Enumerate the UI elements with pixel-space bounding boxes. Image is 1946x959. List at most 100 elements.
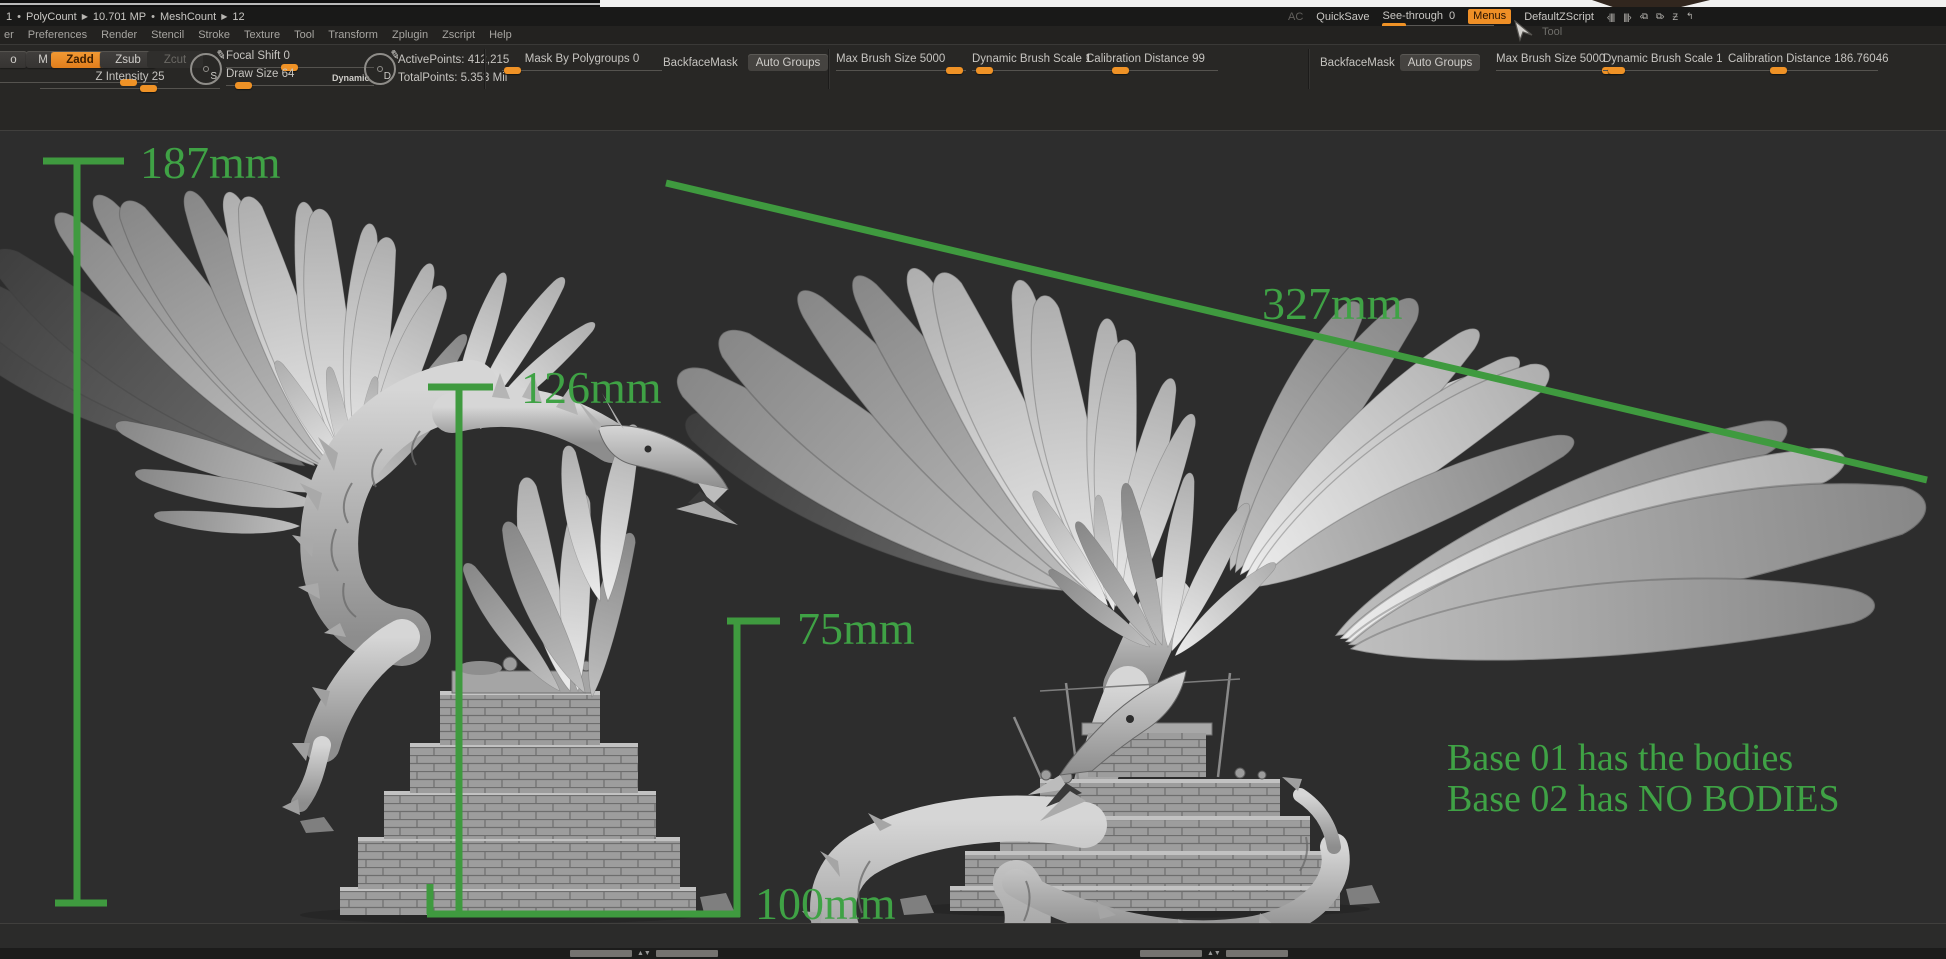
partial-left-button[interactable]: o [0, 51, 27, 68]
height-75-bracket [727, 619, 780, 917]
left-base-pyramid [340, 656, 696, 915]
draw-size-label: Draw Size [226, 68, 278, 80]
see-through-label: See-through [1382, 10, 1443, 22]
cursor-arrow-icon [1512, 20, 1534, 42]
slider-handle[interactable] [946, 67, 963, 74]
menu-item-tool[interactable]: Tool [294, 29, 314, 41]
label-187mm: 187mm [140, 137, 281, 188]
dynamic-brush-scale-slider[interactable]: Dynamic Brush Scale 1 [972, 53, 1100, 71]
meshcount-label: MeshCount [160, 11, 216, 23]
scroll-arrows-icon[interactable]: ▲▼ [1207, 950, 1221, 957]
z-intensity-label: Z Intensity [95, 71, 148, 83]
max-brush-size-slider[interactable]: Max Brush Size 5000 [836, 53, 966, 71]
label-327mm: 327mm [1262, 278, 1403, 329]
focal-shift-value: 0 [284, 50, 290, 62]
scroll-bar[interactable] [1226, 950, 1288, 957]
titlebar-icon-group: ‹|||| ||||› ‹⧉ ⧉› Ƶ ↰ [1607, 11, 1693, 22]
menu-item-partial[interactable]: er [4, 29, 14, 41]
note-base-02: Base 02 has NO BODIES [1447, 778, 1840, 820]
menu-item-render[interactable]: Render [101, 29, 137, 41]
auto-groups-toggle-2[interactable]: Auto Groups [1400, 54, 1480, 71]
label-100mm: 100mm [755, 878, 896, 924]
calibration-distance-label: Calibration Distance [1728, 53, 1831, 65]
scroll-control-right[interactable]: ▲▼ [1140, 950, 1288, 957]
document-stats: 1 • PolyCount ▶ 10.701 MP • MeshCount ▶ … [0, 11, 245, 23]
calibration-distance-slider[interactable]: Calibration Distance 99 [1086, 53, 1218, 71]
window-top-edge [0, 0, 1946, 7]
dynamic-brush-scale-slider-2[interactable]: Dynamic Brush Scale 1 [1603, 53, 1731, 71]
history-back-icon[interactable]: ‹|||| [1607, 12, 1614, 22]
slider-track [1728, 70, 1878, 71]
toolbar-separator [1308, 49, 1309, 89]
slider-handle[interactable] [504, 67, 521, 74]
see-through-slider[interactable]: See-through 0 [1382, 10, 1455, 24]
dynamic-brush-icon[interactable]: ✎ D [364, 53, 396, 85]
scroll-bar[interactable] [656, 950, 718, 957]
max-brush-size-value: 5000 [920, 53, 946, 65]
menu-item-zscript[interactable]: Zscript [442, 29, 475, 41]
slider-handle[interactable] [140, 85, 157, 92]
slider-track [502, 70, 662, 71]
mask-by-polygroups-slider[interactable]: Mask By Polygroups 0 [502, 53, 662, 71]
mask-by-polygroups-label: Mask By Polygroups [525, 53, 630, 65]
triangle-icon: ▶ [221, 12, 227, 21]
scroll-bar[interactable] [570, 950, 632, 957]
viewport-lower-band [0, 923, 1946, 949]
slider-handle[interactable] [235, 82, 252, 89]
auto-groups-toggle[interactable]: Auto Groups [748, 54, 828, 71]
backface-mask-toggle[interactable]: BackfaceMask [663, 57, 738, 69]
sculpt-viewport[interactable]: 187mm 126mm 75mm 100mm 327mm Base 01 has… [0, 130, 1946, 924]
menu-item-preferences[interactable]: Preferences [28, 29, 87, 41]
slider-handle[interactable] [1608, 67, 1625, 74]
menu-item-help[interactable]: Help [489, 29, 512, 41]
scroll-control-left[interactable]: ▲▼ [570, 950, 718, 957]
slider-handle[interactable] [1770, 67, 1787, 74]
calibration-distance-slider-2[interactable]: Calibration Distance 186.76046 [1728, 53, 1878, 71]
corner-arrow-icon[interactable]: ↰ [1686, 11, 1693, 22]
ac-label: AC [1288, 11, 1303, 23]
menu-item-zplugin[interactable]: Zplugin [392, 29, 428, 41]
bullet-separator: • [151, 11, 155, 23]
scroll-arrows-icon[interactable]: ▲▼ [637, 950, 651, 957]
label-126mm: 126mm [521, 362, 662, 413]
menu-item-stencil[interactable]: Stencil [151, 29, 184, 41]
total-points-label: TotalPoints: [398, 72, 457, 84]
see-through-value: 0 [1449, 10, 1455, 22]
menu-item-transform[interactable]: Transform [328, 29, 378, 41]
backface-mask-toggle-2[interactable]: BackfaceMask [1320, 57, 1395, 69]
scroll-bar[interactable] [1140, 950, 1202, 957]
menu-item-texture[interactable]: Texture [244, 29, 280, 41]
label-75mm: 75mm [797, 603, 915, 654]
polycount-label: PolyCount [26, 11, 77, 23]
max-brush-size-value: 5000 [1580, 53, 1606, 65]
copy-doc-icon[interactable]: ‹⧉ [1640, 11, 1647, 22]
zbrush-window: 1 • PolyCount ▶ 10.701 MP • MeshCount ▶ … [0, 0, 1946, 959]
note-base-01: Base 01 has the bodies [1447, 737, 1793, 779]
quicksave-button[interactable]: QuickSave [1316, 11, 1369, 23]
focal-shift-slider[interactable]: Focal Shift 0 [226, 50, 374, 68]
stroke-dot-icon [203, 66, 209, 72]
sigma-icon[interactable]: Ƶ [1672, 12, 1677, 22]
status-bar: 1 • PolyCount ▶ 10.701 MP • MeshCount ▶ … [0, 7, 1946, 26]
meshcount-value: 12 [232, 11, 244, 23]
top-highlight-line [0, 3, 620, 5]
bottom-scroll-strip: ▲▼ ▲▼ [0, 948, 1946, 959]
menu-item-stroke[interactable]: Stroke [198, 29, 230, 41]
mouse-cursor-hint: Tool [1512, 20, 1562, 42]
z-intensity-value: 25 [152, 71, 165, 83]
slider-handle[interactable] [1112, 67, 1129, 74]
mask-by-polygroups-value: 0 [633, 53, 639, 65]
dynamic-brush-scale-value: 1 [1716, 53, 1722, 65]
menu-bar: er Preferences Render Stencil Stroke Tex… [0, 26, 1946, 44]
slider-track [40, 88, 220, 89]
slider-handle[interactable] [976, 67, 993, 74]
menus-button[interactable]: Menus [1468, 9, 1511, 24]
stroke-type-icon[interactable]: ✎ S [190, 53, 222, 85]
bullet-separator: • [17, 11, 21, 23]
focal-shift-label: Focal Shift [226, 50, 280, 62]
history-forward-icon[interactable]: ||||› [1623, 12, 1630, 22]
paste-doc-icon[interactable]: ⧉› [1656, 11, 1663, 22]
toolbar-separator [828, 49, 829, 89]
dynamic-brush-scale-label: Dynamic Brush Scale [1603, 53, 1713, 65]
dynamic-mode-label[interactable]: Dynamic [332, 73, 370, 83]
